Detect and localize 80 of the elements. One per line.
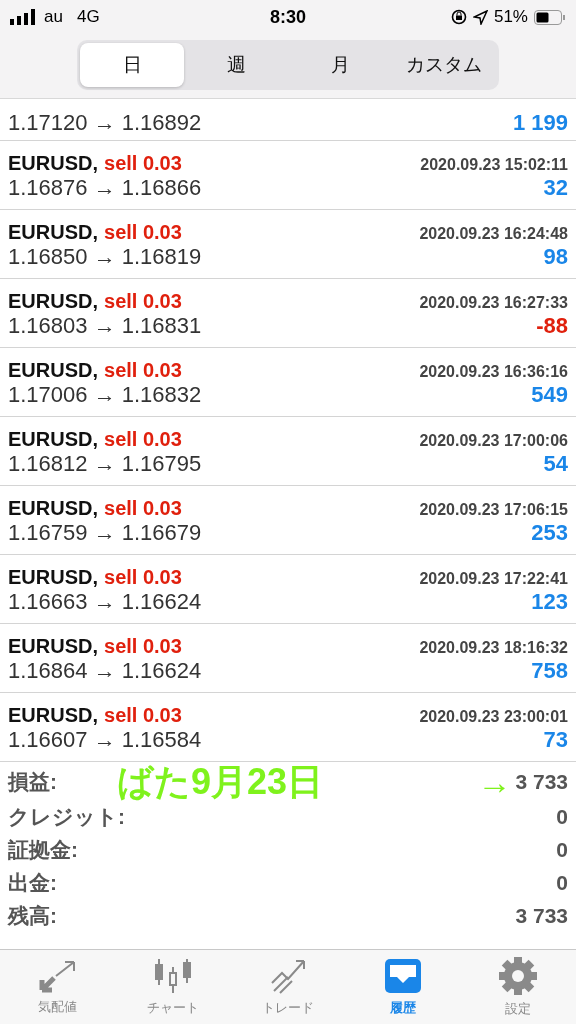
profit-value: 758 (531, 658, 568, 684)
order-side: sell 0.03 (104, 635, 182, 657)
arrows-icon (37, 958, 78, 994)
symbol-label: EURUSD, (8, 635, 98, 657)
trade-time: 2020.09.23 16:36:16 (419, 363, 568, 381)
summary-value: 0 (556, 804, 568, 829)
nav-tab[interactable]: 気配値 (0, 950, 116, 1024)
profit-value: 1 199 (512, 110, 568, 136)
settings-icon (498, 956, 539, 996)
symbol-label: EURUSD, (8, 704, 98, 726)
price-change: 1.16876 → 1.16866 (8, 175, 202, 201)
symbol-label: EURUSD, (8, 359, 98, 381)
battery-percent: 51% (493, 7, 528, 27)
trade-time: 2020.09.23 23:00:01 (419, 708, 568, 726)
price-change: 1.16812 → 1.16795 (8, 451, 202, 477)
profit-value: -88 (536, 313, 568, 339)
trade-time: 2020.09.23 17:00:06 (419, 432, 568, 450)
profit-value: 98 (543, 244, 568, 270)
profit-value: 549 (531, 382, 568, 408)
price-change: 1.16850 → 1.16819 (8, 244, 202, 270)
summary-label: 残高: (8, 902, 57, 929)
summary-value: 3 733 (515, 770, 568, 794)
summary-label: 出金: (8, 869, 57, 896)
period-tab[interactable]: カスタム (392, 43, 496, 87)
trade-time: 2020.09.23 17:06:15 (419, 501, 568, 519)
summary-value: 3 733 (515, 903, 568, 928)
order-side: sell 0.03 (104, 359, 182, 381)
summary-label: 損益: (8, 769, 57, 795)
order-side: sell 0.03 (104, 497, 182, 519)
symbol-label: EURUSD, (8, 152, 98, 174)
period-tab[interactable]: 月 (288, 43, 392, 87)
nav-tab[interactable]: 履歴 (345, 950, 461, 1024)
profit-value: 253 (531, 520, 568, 546)
price-change: 1.17120 → 1.16892 (8, 110, 202, 136)
price-change: 1.16663 → 1.16624 (8, 589, 202, 615)
order-side: sell 0.03 (104, 704, 182, 726)
candlestick-icon (152, 957, 193, 995)
order-side: sell 0.03 (104, 221, 182, 243)
period-tab[interactable]: 週 (184, 43, 288, 87)
order-side: sell 0.03 (104, 290, 182, 312)
price-change: 1.16803 → 1.16831 (8, 313, 202, 339)
price-change: 1.16759 → 1.16679 (8, 520, 202, 546)
network-type: 4G (76, 7, 100, 27)
profit-value: 123 (531, 589, 568, 615)
price-change: 1.17006 → 1.16832 (8, 382, 202, 408)
summary-value: 0 (556, 837, 568, 862)
summary-value: 0 (556, 870, 568, 895)
summary-label: クレジット: (8, 803, 125, 830)
period-tab[interactable]: 日 (80, 43, 184, 87)
battery-icon (534, 9, 566, 25)
summary-label: 証拠金: (8, 836, 78, 863)
order-side: sell 0.03 (104, 566, 182, 588)
nav-tab[interactable]: トレード (230, 950, 346, 1024)
carrier-name: au (44, 7, 63, 27)
clock-time: 8:30 (268, 6, 307, 28)
trade-time: 2020.09.23 16:27:33 (419, 294, 568, 312)
nav-tab[interactable]: チャート (115, 950, 231, 1024)
nav-tab[interactable]: 設定 (460, 950, 576, 1024)
rotation-lock-icon (450, 9, 467, 25)
trade-time: 2020.09.23 16:24:48 (419, 225, 568, 243)
handwritten-annotation: ばた9月23日 (117, 764, 324, 800)
trade-time: 2020.09.23 15:02:11 (420, 156, 568, 174)
trade-time: 2020.09.23 18:16:32 (419, 639, 568, 657)
order-side: sell 0.03 (104, 152, 182, 174)
location-icon (472, 9, 488, 25)
trade-time: 2020.09.23 17:22:41 (419, 570, 568, 588)
price-change: 1.16864 → 1.16624 (8, 658, 202, 684)
symbol-label: EURUSD, (8, 290, 98, 312)
profit-value: 54 (543, 451, 568, 477)
signal-icon (10, 9, 36, 25)
profit-value: 73 (543, 727, 568, 753)
price-change: 1.16607 → 1.16584 (8, 727, 202, 753)
symbol-label: EURUSD, (8, 497, 98, 519)
symbol-label: EURUSD, (8, 428, 98, 450)
order-side: sell 0.03 (104, 428, 182, 450)
symbol-label: EURUSD, (8, 221, 98, 243)
profit-value: 32 (543, 175, 568, 201)
inbox-icon (383, 957, 424, 995)
symbol-label: EURUSD, (8, 566, 98, 588)
annotation-arrow: → (477, 765, 512, 799)
